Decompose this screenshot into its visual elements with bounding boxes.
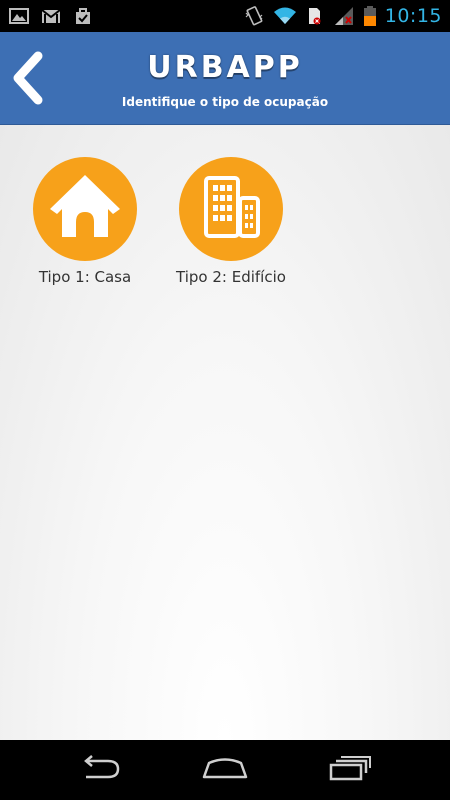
- status-bar: 10:15: [0, 0, 450, 32]
- download-check-icon: [72, 5, 94, 27]
- app-subtitle: Identifique o tipo de ocupação: [121, 95, 329, 109]
- app-title: URBAPP: [147, 50, 303, 85]
- wifi-icon: [273, 5, 296, 27]
- content-area: Tipo 1: Casa Tipo 2: Edifício: [0, 125, 450, 740]
- nav-home-icon: [201, 755, 249, 785]
- nav-back-button[interactable]: [70, 754, 130, 786]
- clock: 10:15: [384, 5, 442, 27]
- navigation-bar: [0, 740, 450, 800]
- option-edificio-circle[interactable]: [179, 157, 283, 261]
- option-casa[interactable]: Tipo 1: Casa: [20, 157, 150, 286]
- vibrate-icon: [243, 5, 265, 27]
- system-icons: 10:15: [243, 2, 442, 30]
- house-icon: [45, 171, 125, 247]
- option-edificio-label: Tipo 2: Edifício: [176, 268, 286, 286]
- nav-back-icon: [78, 755, 122, 785]
- sim-icon: [303, 5, 325, 27]
- gallery-icon: [8, 5, 30, 27]
- building-icon: [196, 172, 266, 246]
- app-header: URBAPP Identifique o tipo de ocupação: [0, 32, 450, 125]
- nav-recent-apps-button[interactable]: [320, 754, 380, 786]
- option-casa-label: Tipo 1: Casa: [38, 268, 132, 286]
- option-casa-circle[interactable]: [33, 157, 137, 261]
- gmail-icon: [40, 5, 62, 27]
- nav-recent-apps-icon: [328, 755, 372, 785]
- option-edificio[interactable]: Tipo 2: Edifício: [166, 157, 296, 286]
- notification-icons: [8, 5, 94, 27]
- nav-home-button[interactable]: [195, 754, 255, 786]
- signal-icon: [333, 5, 355, 27]
- battery-icon: [363, 5, 377, 27]
